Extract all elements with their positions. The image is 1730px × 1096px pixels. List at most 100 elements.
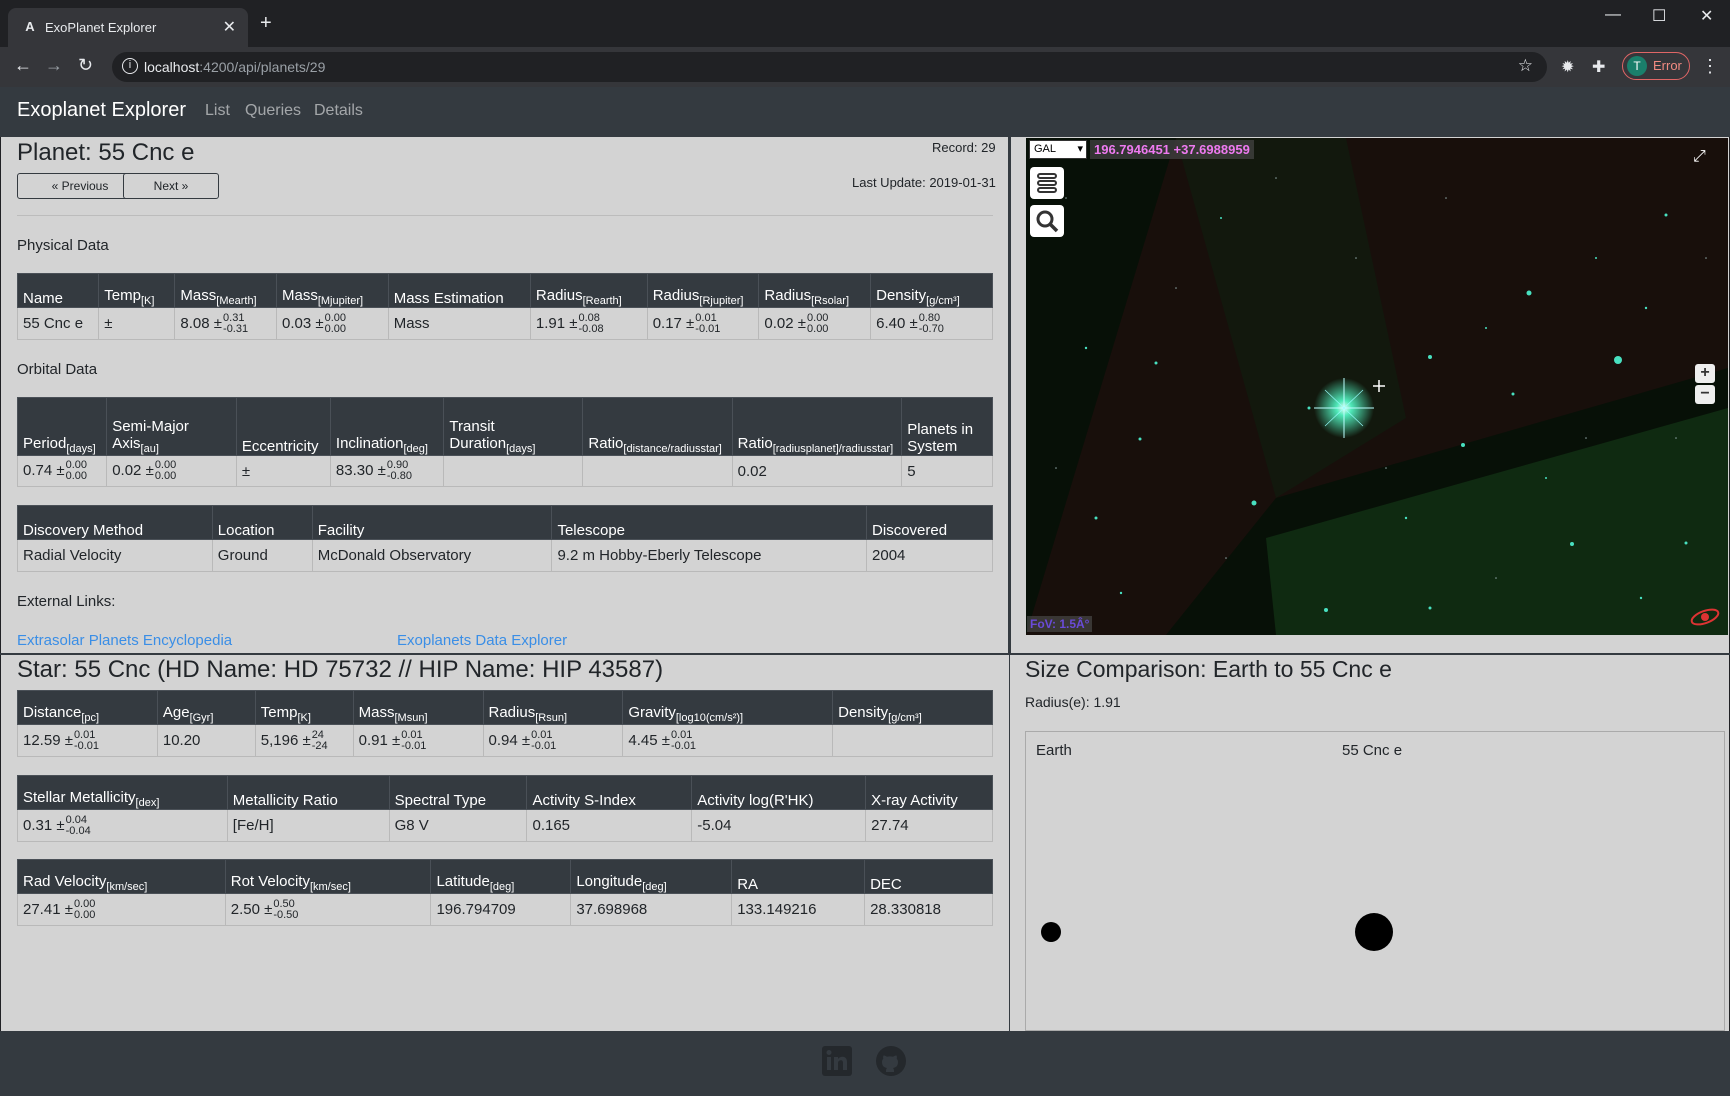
new-tab-button[interactable]: + [260,12,272,35]
column-header: Density[g/cm³] [870,273,993,308]
zoom-out-button[interactable]: − [1695,385,1715,404]
column-header: Mass Estimation [387,273,531,308]
profile-button[interactable]: T Error [1622,52,1690,80]
table-cell [443,455,584,487]
back-icon[interactable]: ← [14,55,32,76]
table-cell: 2004 [866,539,993,572]
column-header: Rad Velocity[km/sec] [17,859,226,894]
column-header: Temp[K] [254,690,354,725]
column-header: Rot Velocity[km/sec] [224,859,432,894]
table-cell: 0.91 ±0.01 -0.01 [352,724,484,757]
site-info-icon[interactable]: i [122,58,138,74]
table-cell: McDonald Observatory [311,539,553,572]
record-number: Record: 29 [932,140,996,155]
link-exoplanets-data-explorer[interactable]: Exoplanets Data Explorer [397,632,567,649]
column-header: DEC [864,859,993,894]
column-header: Distance[pc] [17,690,158,725]
layers-icon[interactable] [1030,167,1064,199]
planet-disc [1354,912,1394,952]
column-header: Mass[Mjupiter] [275,273,389,308]
column-header: Ratio[radiusplanet]/radiusstar] [731,397,903,456]
column-header: Discovery Method [17,505,213,540]
fov-readout: FoV: 1.5Â° [1027,616,1093,632]
size-comparison-title: Size Comparison: Earth to 55 Cnc e [1025,656,1392,682]
nav-details[interactable]: Details [314,102,363,120]
address-bar[interactable]: i localhost:4200/api/planets/29 ☆ [112,52,1547,82]
github-icon[interactable] [876,1046,906,1081]
browser-tab-strip: A ExoPlanet Explorer ✕ + — ☐ ✕ [0,0,1730,47]
table-cell: 83.30 ±0.90 -0.80 [329,455,445,487]
earth-disc [1041,922,1061,942]
column-header: Spectral Type [388,775,528,810]
nav-queries[interactable]: Queries [245,102,301,120]
table-cell: 12.59 ±0.01 -0.01 [17,724,158,757]
tab-title: ExoPlanet Explorer [45,20,157,35]
forward-icon[interactable]: → [45,55,63,76]
minimize-icon[interactable]: — [1605,6,1621,24]
table-cell: ± [235,455,331,487]
fullscreen-icon[interactable]: ⤢ [1693,148,1706,166]
column-header: Gravity[log10(cm/s²)] [622,690,834,725]
orbital-data-table: Period[days] Semi-Major Axis[au] Eccentric… [16,397,993,487]
column-header: Radius[Rsun] [482,690,624,725]
table-cell [832,724,993,757]
column-header: Inclination[deg] [329,397,445,456]
star-properties-table: Distance[pc] Age[Gyr] Temp[K] Mass[Msun] Rad… [17,690,993,757]
link-extrasolar-encyclopedia[interactable]: Extrasolar Planets Encyclopedia [17,632,232,649]
table-cell: 0.31 ±0.04 -0.04 [17,809,228,842]
avatar: T [1627,56,1647,76]
browser-tab[interactable]: A ExoPlanet Explorer ✕ [8,8,248,47]
aladin-logo-icon [1689,606,1721,633]
maximize-icon[interactable]: ☐ [1652,6,1666,26]
nav-list[interactable]: List [205,102,230,120]
frame-select[interactable]: GAL ▾ [1029,140,1087,159]
table-cell: ± [98,307,176,340]
radius-readout: Radius(e): 1.91 [1025,694,1121,710]
column-header: Radius[Rsolar] [758,273,872,308]
column-header: RA [731,859,866,894]
star-title: Star: 55 Cnc (HD Name: HD 75732 // HIP N… [17,656,664,683]
table-cell: -5.04 [691,809,867,842]
table-cell: 55 Cnc e [16,307,100,340]
sky-viewer[interactable] [1026,138,1728,635]
search-icon[interactable] [1030,205,1064,237]
bookmark-star-icon[interactable]: ☆ [1518,56,1533,76]
footer [0,1031,1730,1096]
column-header: Discovered [866,505,993,540]
table-cell: 27.41 ±0.00 0.00 [17,893,226,926]
table-cell: Mass [387,307,531,340]
table-cell [582,455,733,487]
planet-title: Planet: 55 Cnc e [17,139,195,166]
browser-toolbar: ← → ↻ i localhost:4200/api/planets/29 ☆ … [0,47,1730,87]
table-cell: 5,196 ±24 -24 [254,724,354,757]
browser-menu-icon[interactable]: ⋮ [1701,56,1719,77]
earth-label: Earth [1036,742,1072,759]
extension-gear-icon[interactable]: ✹ [1561,57,1574,77]
table-cell: 0.02 ±0.00 0.00 [106,455,237,487]
physical-data-table: Name Temp[K] Mass[Mearth] Mass[Mjupiter] Mas… [16,273,993,340]
extensions-puzzle-icon[interactable]: ✚ [1592,57,1605,77]
external-links-heading: External Links: [17,593,116,610]
discovery-table: Discovery Method Location Facility Telescop… [17,505,993,572]
url-text[interactable]: localhost:4200/api/planets/29 [144,59,325,75]
linkedin-icon[interactable] [822,1046,852,1081]
column-header: Planets in System [901,397,993,456]
table-cell: 37.698968 [570,893,733,926]
column-header: Ratio[distance/radiusstar] [582,397,733,456]
tab-close-icon[interactable]: ✕ [223,17,236,37]
table-cell: G8 V [388,809,528,842]
table-cell: Radial Velocity [17,539,213,572]
reload-icon[interactable]: ↻ [78,55,93,76]
orbital-data-heading: Orbital Data [17,361,98,378]
window-close-icon[interactable]: ✕ [1700,6,1713,26]
sky-image [1026,138,1728,635]
table-cell: [Fe/H] [226,809,390,842]
next-button[interactable]: Next » [123,173,219,199]
zoom-in-button[interactable]: + [1695,364,1715,383]
divider [17,215,993,216]
table-cell: 6.40 ±0.80 -0.70 [870,307,993,340]
column-header: Density[g/cm³] [832,690,993,725]
brand-link[interactable]: Exoplanet Explorer [17,99,186,122]
table-cell: 28.330818 [864,893,993,926]
planet-label: 55 Cnc e [1342,742,1403,759]
